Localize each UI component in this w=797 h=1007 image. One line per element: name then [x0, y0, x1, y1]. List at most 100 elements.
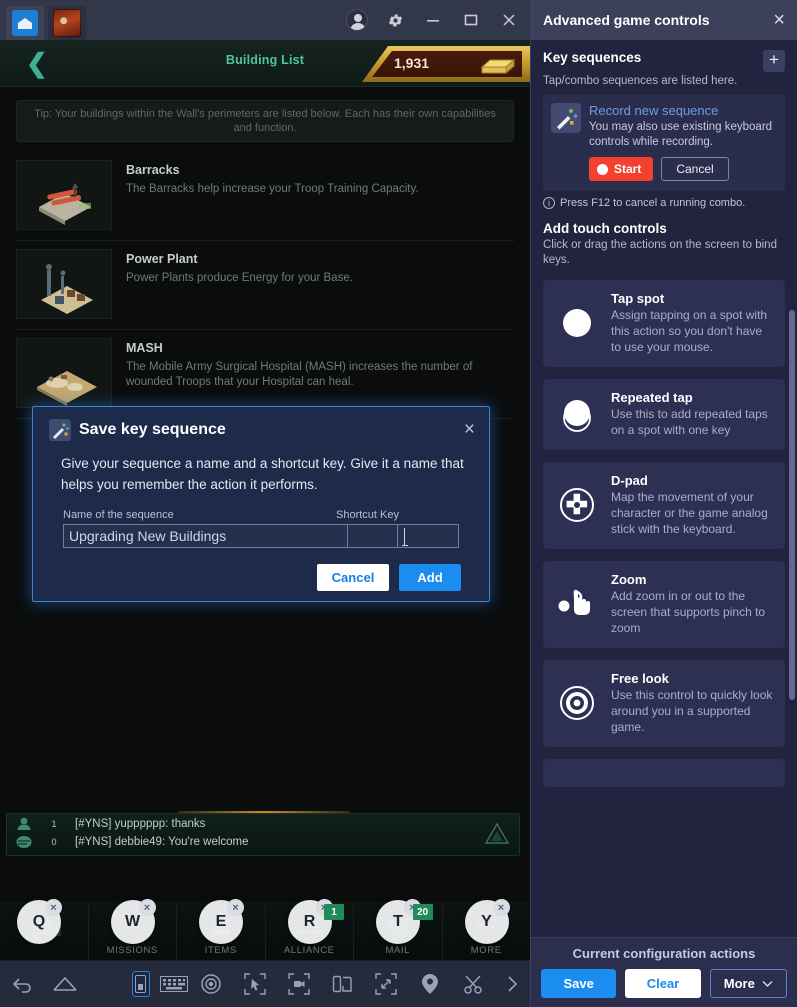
keycap-w[interactable]: W ×: [110, 899, 156, 944]
game-tab[interactable]: [48, 6, 86, 40]
account-avatar[interactable]: [346, 9, 368, 31]
home-tab[interactable]: [6, 6, 44, 40]
table-row[interactable]: Barracks The Barracks help increase your…: [16, 152, 514, 241]
fullscreen-icon[interactable]: [373, 969, 400, 999]
title-bar: [0, 0, 530, 40]
emulator-area: ❮ Building List 1,931 Tip: Your building…: [0, 0, 530, 1007]
building-name: Power Plant: [126, 252, 198, 266]
cancel-button[interactable]: Cancel: [317, 564, 389, 591]
touch-control-repeated-tap[interactable]: Repeated tap Use this to add repeated ta…: [543, 379, 785, 450]
nav-item-alliance[interactable]: R× 1 ALLIANCE: [266, 899, 354, 960]
nav-label: ALLIANCE: [283, 945, 335, 956]
status-badge: 20: [412, 904, 433, 920]
nav-item-items[interactable]: E × ITEMS: [177, 899, 266, 960]
record-title[interactable]: Record new sequence: [589, 103, 775, 119]
tip-box: Tip: Your buildings within the Wall's pe…: [16, 100, 514, 142]
card-title: Zoom: [611, 572, 647, 587]
cancel-recording-button[interactable]: Cancel: [661, 157, 729, 181]
repeated-tap-icon: [555, 396, 599, 432]
record-sequence-card: Record new sequence You may also use exi…: [543, 95, 785, 191]
close-icon[interactable]: [498, 9, 520, 31]
remove-keycap-icon: ×: [45, 899, 62, 916]
building-list-header: ❮ Building List 1,931: [0, 40, 530, 87]
nav-item-mail[interactable]: T× 20 MAIL: [354, 899, 443, 960]
chat-count-2: 0: [51, 837, 57, 847]
game-controls-icon[interactable]: [131, 971, 150, 997]
game-thumbnail: [53, 9, 81, 37]
multi-instance-icon[interactable]: [329, 969, 356, 999]
nav-item-missions[interactable]: W × MISSIONS: [89, 899, 177, 960]
save-key-sequence-dialog: Save key sequence × Give your sequence a…: [32, 406, 490, 602]
touch-control-zoom[interactable]: Zoom Add zoom in or out to the screen th…: [543, 561, 785, 648]
record-video-icon[interactable]: [285, 969, 312, 999]
card-title: Repeated tap: [611, 390, 693, 405]
touch-control-partial[interactable]: [543, 759, 785, 787]
clear-button[interactable]: Clear: [625, 969, 701, 998]
pointer-select-icon[interactable]: [241, 969, 268, 999]
back-icon[interactable]: [10, 969, 37, 999]
eye-icon[interactable]: [198, 969, 225, 999]
plus-icon[interactable]: +: [763, 50, 785, 72]
location-pin-icon[interactable]: [417, 969, 444, 999]
gold-bars-icon: [476, 51, 520, 77]
home-icon: [12, 10, 38, 36]
start-label: Start: [614, 162, 642, 176]
keycap-y[interactable]: Y ×: [464, 899, 510, 944]
shortcut-key-input[interactable]: [397, 524, 460, 548]
touch-control-dpad[interactable]: D-pad Map the movement of your character…: [543, 462, 785, 549]
building-desc: The Barracks help increase your Troop Tr…: [126, 183, 419, 195]
more-button[interactable]: More: [709, 969, 787, 998]
tab-strip: [0, 0, 86, 40]
keycap-e[interactable]: E ×: [199, 899, 244, 944]
status-badge: 1: [324, 904, 344, 920]
touch-controls-section: Add touch controls Click or drag the act…: [531, 209, 797, 268]
nav-item-more[interactable]: Y × MORE: [443, 899, 531, 960]
panel-footer: Current configuration actions Save Clear…: [531, 937, 797, 1007]
shortcut-field-label: Shortcut Key: [336, 509, 399, 521]
keyboard-icon[interactable]: [159, 969, 188, 999]
table-row[interactable]: Power Plant Power Plants produce Energy …: [16, 241, 514, 330]
add-button[interactable]: Add: [399, 564, 461, 591]
free-look-icon: [555, 684, 599, 722]
panel-scrollbar[interactable]: [789, 310, 795, 700]
nav-item-base[interactable]: Q ×: [0, 899, 89, 960]
close-icon[interactable]: ×: [464, 420, 475, 439]
more-label: More: [723, 976, 755, 991]
emulator-toolbar: [0, 960, 530, 1007]
card-desc: Assign tapping on a spot with this actio…: [611, 308, 768, 354]
remove-keycap-icon: ×: [492, 899, 510, 916]
building-thumbnail: [16, 249, 112, 319]
chevron-down-icon: [762, 980, 773, 987]
card-desc: Use this to add repeated taps on a spot …: [611, 407, 768, 437]
chat-strip[interactable]: 1 [#YNS] yupppppp: thanks 0 [#YNS] debbi…: [6, 813, 520, 856]
gear-icon[interactable]: [384, 9, 406, 31]
card-desc: Add zoom in or out to the screen that su…: [611, 589, 766, 635]
advanced-game-controls-panel: Advanced game controls × Key sequences +…: [530, 0, 797, 1007]
touch-control-free-look[interactable]: Free look Use this control to quickly lo…: [543, 660, 785, 747]
tip-text: Tip: Your buildings within the Wall's pe…: [34, 108, 496, 134]
game-bottom-nav: Q× W× MISSIONS E× ITEMS R× 1 ALL: [0, 899, 531, 960]
home-icon[interactable]: [52, 969, 79, 999]
card-desc: Use this control to quickly look around …: [611, 688, 773, 734]
chat-line-1: [#YNS] yupppppp: thanks: [75, 818, 206, 830]
footer-title: Current configuration actions: [572, 946, 756, 961]
start-recording-button[interactable]: Start: [589, 157, 654, 181]
save-button[interactable]: Save: [541, 969, 617, 998]
keycap-q[interactable]: Q ×: [17, 899, 62, 944]
close-icon[interactable]: ×: [773, 10, 785, 30]
nav-label: MORE: [470, 945, 502, 956]
card-desc: Map the movement of your character or th…: [611, 490, 768, 536]
building-list: Barracks The Barracks help increase your…: [16, 152, 514, 419]
sequence-name-input[interactable]: Upgrading New Buildings: [63, 524, 349, 548]
scissors-icon[interactable]: [460, 969, 487, 999]
section-title: Add touch controls: [543, 221, 667, 236]
minimize-icon[interactable]: [422, 9, 444, 31]
touch-control-tap-spot[interactable]: Tap spot Assign tapping on a spot with t…: [543, 280, 785, 367]
maximize-icon[interactable]: [460, 9, 482, 31]
window-controls: [346, 0, 530, 40]
alliance-emblem-icon: [483, 820, 511, 848]
section-title: Key sequences: [543, 50, 642, 65]
combo-hint-text: Press F12 to cancel a running combo.: [560, 197, 746, 209]
chevron-right-icon[interactable]: [498, 969, 525, 999]
card-title: Tap spot: [611, 291, 665, 306]
